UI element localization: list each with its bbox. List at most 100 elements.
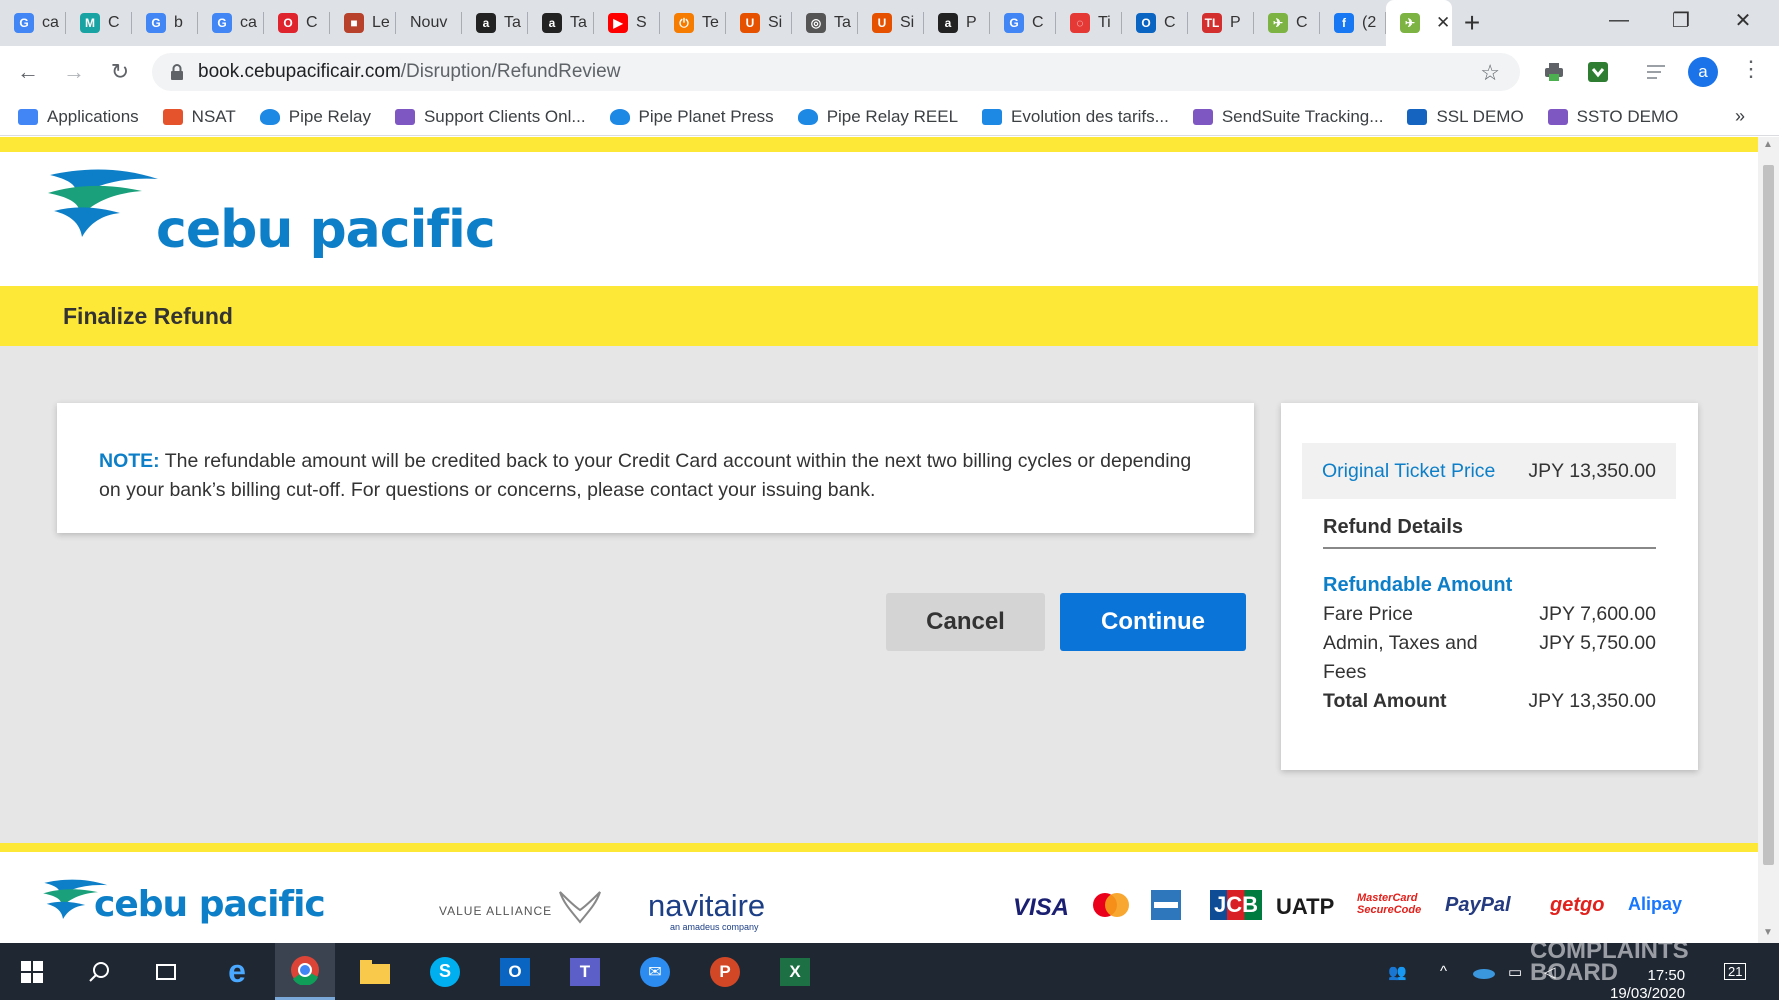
footer-accent-bar — [0, 843, 1758, 852]
clock-date: 19/03/2020 — [1610, 985, 1686, 1000]
browser-tab[interactable]: a Ta — [528, 0, 594, 46]
note-text: The refundable amount will be credited b… — [99, 450, 1192, 501]
chrome-icon[interactable] — [275, 943, 335, 1000]
footer-brand-name: cebu pacific — [94, 884, 326, 925]
tab-title: (2 — [1362, 14, 1377, 31]
file-explorer-icon[interactable] — [345, 943, 405, 1000]
browser-tab[interactable]: U Si — [726, 0, 792, 46]
power-icon: ⏻ — [674, 13, 694, 33]
reload-button[interactable]: ↻ — [102, 54, 138, 90]
original-ticket-row: Original Ticket Price JPY 13,350.00 — [1302, 443, 1676, 499]
browser-tab[interactable]: ◎ Ta — [792, 0, 858, 46]
bookmark-item[interactable]: Pipe Planet Press — [609, 106, 774, 127]
google-icon: G — [146, 13, 166, 33]
bookmark-label: Pipe Planet Press — [638, 106, 774, 126]
browser-tab[interactable]: aP — [924, 0, 990, 46]
search-icon[interactable] — [70, 943, 130, 1000]
browser-tab[interactable]: ▶ S — [594, 0, 660, 46]
internet-explorer-icon[interactable]: e — [207, 943, 267, 1000]
u-icon: U — [872, 13, 892, 33]
admin-fees-label: Admin, Taxes and Fees — [1323, 632, 1478, 683]
navitaire-sub: an amadeus company — [670, 922, 759, 932]
browser-tab[interactable]: ■ Le — [330, 0, 396, 46]
browser-tab[interactable]: ✈ ✕ — [1386, 0, 1452, 46]
powerpoint-icon[interactable]: P — [695, 943, 755, 1000]
bookmark-item[interactable]: SSTO DEMO — [1547, 107, 1678, 127]
tab-title: b — [174, 14, 183, 31]
browser-tab[interactable]: GC — [990, 0, 1056, 46]
brand-name: cebu pacific — [156, 200, 496, 260]
start-button-icon[interactable] — [2, 943, 62, 1000]
print-extension-icon[interactable] — [1538, 56, 1570, 88]
page-title: Finalize Refund — [63, 302, 233, 329]
facebook-icon: f — [1334, 13, 1354, 33]
url-host: book.cebupacificair.com — [198, 61, 401, 82]
reading-list-icon[interactable] — [1642, 56, 1674, 88]
onedrive-icon[interactable] — [1472, 943, 1496, 1000]
bookmark-item[interactable]: Pipe Relay REEL — [797, 107, 958, 127]
browser-tab[interactable]: Gca — [0, 0, 66, 46]
restore-button[interactable]: ❐ — [1650, 0, 1712, 40]
scroll-down-arrow-icon[interactable]: ▼ — [1763, 927, 1773, 938]
browser-tab[interactable]: ◌ Ti — [1056, 0, 1122, 46]
forward-button[interactable]: → — [56, 54, 92, 90]
scroll-thumb[interactable] — [1763, 165, 1774, 865]
bookmarks-overflow-icon[interactable]: » — [1735, 106, 1761, 127]
continue-button[interactable]: Continue — [1060, 593, 1246, 651]
people-icon[interactable]: 👥 — [1388, 943, 1407, 1000]
profile-avatar[interactable]: a — [1688, 57, 1718, 87]
skype-icon[interactable]: S — [415, 943, 475, 1000]
browser-tab[interactable]: MC — [66, 0, 132, 46]
tab-title: C — [1032, 14, 1044, 31]
tab-title: ca — [42, 14, 59, 31]
bookmark-item[interactable]: SSL DEMO — [1407, 107, 1524, 127]
menu-kebab-icon[interactable]: ⋮ — [1740, 56, 1762, 82]
footer-logo[interactable]: cebu pacific — [42, 872, 326, 929]
task-view-icon[interactable] — [136, 943, 196, 1000]
browser-tab[interactable]: Gb — [132, 0, 198, 46]
excel-icon[interactable]: X — [765, 943, 825, 1000]
bookmark-item[interactable]: Pipe Relay — [259, 107, 371, 127]
tab-title: Nouv — [410, 14, 448, 31]
url-path: /Disruption/RefundReview — [400, 61, 621, 82]
back-button[interactable]: ← — [10, 54, 46, 90]
browser-tab[interactable]: U Si — [858, 0, 924, 46]
browser-tab[interactable]: ✈ C — [1254, 0, 1320, 46]
browser-tab[interactable]: ⏻ Te — [660, 0, 726, 46]
browser-tab[interactable]: Nouv — [396, 0, 462, 46]
minimize-button[interactable]: — — [1588, 0, 1650, 40]
cancel-button[interactable]: Cancel — [886, 593, 1045, 651]
browser-tab[interactable]: OC — [1122, 0, 1188, 46]
browser-tab[interactable]: a Ta — [462, 0, 528, 46]
network-icon[interactable]: ▭ — [1508, 943, 1522, 1000]
bookmark-item[interactable]: Support Clients Onl... — [394, 107, 586, 127]
bookmark-item[interactable]: Evolution des tarifs... — [982, 107, 1169, 127]
bookmark-item[interactable]: NSAT — [162, 107, 236, 127]
fare-price-label: Fare Price — [1323, 603, 1413, 625]
scroll-up-arrow-icon[interactable]: ▲ — [1763, 139, 1773, 150]
getgo-icon: getgo — [1550, 894, 1605, 916]
tab-close-icon[interactable]: ✕ — [1436, 13, 1450, 33]
browser-tab[interactable]: Gca — [198, 0, 264, 46]
browser-tab[interactable]: TL P — [1188, 0, 1254, 46]
vertical-scrollbar[interactable]: ▲ ▼ — [1758, 137, 1779, 943]
refund-summary-panel: Original Ticket Price JPY 13,350.00 Refu… — [1281, 403, 1698, 770]
windows-taskbar: e S O T ✉ P X 👥 ^ ▭ ◁ 17:50 19/03/2020 2… — [0, 943, 1779, 1000]
bookmark-star-icon[interactable]: ☆ — [1480, 60, 1500, 86]
browser-tab[interactable]: f (2 — [1320, 0, 1386, 46]
bookmark-item[interactable]: Applications — [18, 107, 139, 127]
new-tab-button[interactable]: + — [1452, 0, 1492, 46]
cebu-pacific-logo[interactable]: cebu pacific — [46, 161, 496, 260]
value-alliance-label: VALUE ALLIANCE — [439, 904, 553, 918]
bookmark-item[interactable]: SendSuite Tracking... — [1192, 107, 1383, 127]
url-text: book.cebupacificair.com/Disruption/Refun… — [198, 61, 620, 83]
outlook-icon[interactable]: O — [485, 943, 545, 1000]
tray-chevron-icon[interactable]: ^ — [1440, 943, 1447, 1000]
close-window-button[interactable]: ✕ — [1712, 0, 1774, 40]
teams-icon[interactable]: T — [555, 943, 615, 1000]
browser-tab[interactable]: OC — [264, 0, 330, 46]
tl-icon: TL — [1202, 13, 1222, 33]
shield-extension-icon[interactable] — [1582, 56, 1614, 88]
address-bar[interactable]: book.cebupacificair.com/Disruption/Refun… — [152, 53, 1520, 91]
chat-app-icon[interactable]: ✉ — [625, 943, 685, 1000]
